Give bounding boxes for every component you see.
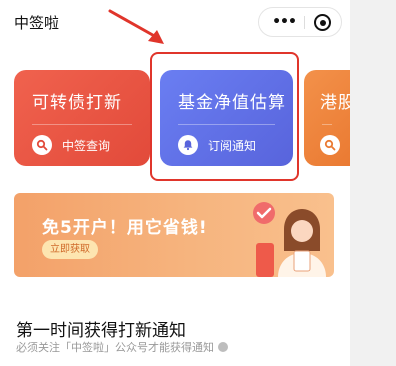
more-options-icon[interactable]: ••• <box>267 8 301 36</box>
banner-get-button[interactable]: 立即获取 <box>42 240 98 259</box>
navigation-bar: 中签啦 ••• <box>0 0 350 44</box>
banner-headline: 免5开户！用它省钱! <box>42 218 208 238</box>
mini-program-capsule: ••• <box>258 7 342 37</box>
highlight-box <box>150 52 299 181</box>
card-title: 可转债打新 <box>32 93 122 113</box>
page-title: 中签啦 <box>14 14 60 32</box>
promo-banner[interactable]: 免5开户！用它省钱! 立即获取 <box>14 193 334 277</box>
card-divider <box>322 124 332 125</box>
annotation-arrow <box>108 9 164 44</box>
search-icon <box>32 135 52 155</box>
capsule-divider <box>304 16 305 29</box>
section-subtitle: 必须关注「中签啦」公众号才能获得通知 <box>16 341 214 354</box>
card-title: 港股 <box>320 93 350 113</box>
section-title: 第一时间获得打新通知 <box>16 321 186 341</box>
info-icon[interactable] <box>218 342 228 352</box>
illustration-woman-with-phone <box>253 202 326 277</box>
section-subtitle-row: 必须关注「中签啦」公众号才能获得通知 <box>16 339 228 355</box>
right-gutter <box>350 0 396 366</box>
card-action-label: 中签查询 <box>62 139 111 153</box>
card-divider <box>32 124 132 125</box>
card-convertible-bond[interactable]: 可转债打新 中签查询 <box>14 70 150 166</box>
close-target-icon[interactable] <box>314 14 331 31</box>
card-hk-stocks[interactable]: 港股 <box>304 70 350 166</box>
search-icon <box>320 135 340 155</box>
